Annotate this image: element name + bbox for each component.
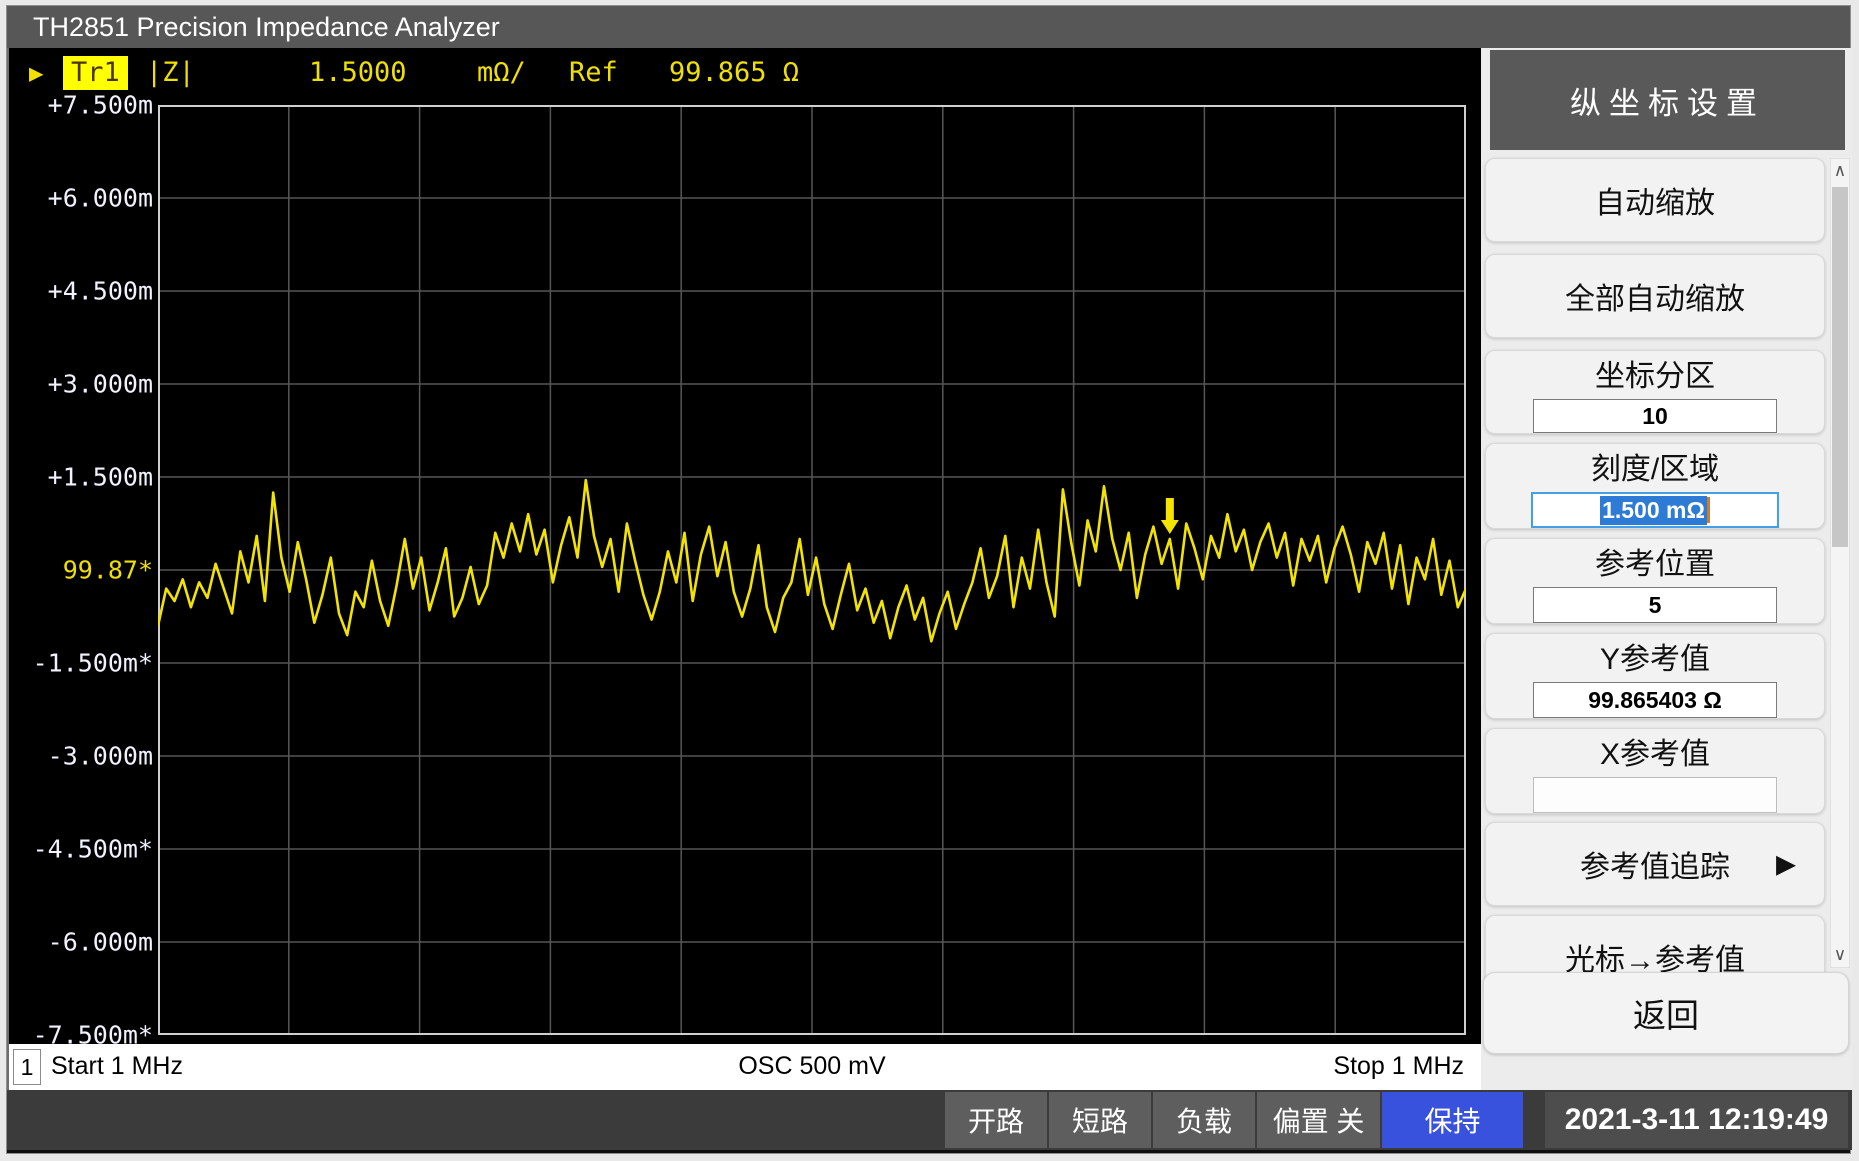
y-axis-label: +4.500m (13, 277, 153, 306)
bottom-toolbar: 开路短路负载偏置 关保持 2021-3-11 12:19:49 (7, 1090, 1852, 1150)
scroll-up-icon[interactable]: ∧ (1831, 159, 1849, 183)
toolbar-button-load[interactable]: 负载 (1153, 1092, 1255, 1148)
auto-scale-all-button[interactable]: 全部自动缩放 (1485, 254, 1825, 338)
sweep-status-bar: 1 Start 1 MHz OSC 500 mV Stop 1 MHz (9, 1044, 1481, 1090)
toolbar-button-open-circuit[interactable]: 开路 (945, 1092, 1047, 1148)
submenu-arrow-icon: ▶ (1776, 849, 1796, 880)
screen: { "window": { "title": "TH2851 Precision… (0, 0, 1859, 1161)
ref-tracking-button[interactable]: 参考值追踪 ▶ (1485, 822, 1825, 906)
trace-name-chip[interactable]: Tr1 (63, 56, 128, 90)
trace-ref-label: Ref (569, 56, 618, 90)
scrollbar-thumb[interactable] (1832, 187, 1848, 547)
sweep-stop: Stop 1 MHz (1333, 1052, 1464, 1081)
y-axis-label: -3.000m (13, 742, 153, 771)
y-axis-label: +3.000m (13, 370, 153, 399)
y-axis-label: -4.500m* (13, 835, 153, 864)
plot-panel: ▶ Tr1 |Z| 1.5000 mΩ/ Ref 99.865 Ω +7.500… (7, 48, 1481, 1090)
y-ref-input[interactable]: 99.865403 Ω (1533, 682, 1777, 718)
x-ref-input[interactable] (1533, 777, 1777, 813)
y-axis-label: +7.500m (13, 91, 153, 120)
trace-chart-svg (158, 105, 1466, 1035)
divisions-input[interactable]: 10 (1533, 399, 1777, 433)
trace-scale-value: 1.5000 (309, 56, 407, 90)
marker-arrow-icon[interactable] (1161, 498, 1179, 534)
toolbar-button-short-circuit[interactable]: 短路 (1049, 1092, 1151, 1148)
app-window: TH2851 Precision Impedance Analyzer ▶ Tr… (6, 5, 1851, 1154)
toolbar-button-bias[interactable]: 偏置 关 (1257, 1092, 1380, 1148)
sidebar-title: 纵坐标设置 (1490, 50, 1845, 150)
y-ref-group[interactable]: Y参考值 99.865403 Ω (1485, 633, 1825, 719)
selected-text: 1.500 mΩ (1600, 496, 1707, 525)
y-axis-label: +1.500m (13, 463, 153, 492)
ref-position-input[interactable]: 5 (1533, 587, 1777, 623)
auto-scale-button[interactable]: 自动缩放 (1485, 158, 1825, 242)
trace-param: |Z| (146, 56, 195, 90)
toolbar-button-hold[interactable]: 保持 (1382, 1092, 1523, 1148)
divisions-group[interactable]: 坐标分区 10 (1485, 350, 1825, 434)
y-axis-ref-label: 99.87* (13, 556, 153, 585)
y-axis-label: +6.000m (13, 184, 153, 213)
x-ref-group[interactable]: X参考值 (1485, 728, 1825, 814)
y-axis-label: -1.500m* (13, 649, 153, 678)
trace-scale-unit: mΩ/ (477, 56, 526, 90)
ref-position-group[interactable]: 参考位置 5 (1485, 538, 1825, 624)
osc-level: OSC 500 mV (158, 1052, 1466, 1081)
channel-indicator: 1 (13, 1049, 41, 1085)
trace-select-arrow-icon: ▶ (29, 56, 43, 90)
scroll-down-icon[interactable]: ∨ (1831, 943, 1849, 967)
scale-settings-sidebar: 纵坐标设置 自动缩放 全部自动缩放 坐标分区 10 刻度/区域 1.500 mΩ… (1481, 48, 1852, 1090)
y-axis-label: -6.000m (13, 928, 153, 957)
scale-per-div-input[interactable]: 1.500 mΩ (1531, 492, 1779, 528)
window-title: TH2851 Precision Impedance Analyzer (33, 12, 500, 42)
title-bar: TH2851 Precision Impedance Analyzer (7, 6, 1850, 48)
text-caret (1707, 497, 1710, 523)
trace-plot[interactable] (158, 105, 1466, 1035)
back-button[interactable]: 返回 (1483, 972, 1849, 1054)
sidebar-scrollbar[interactable]: ∧ ∨ (1830, 158, 1850, 968)
datetime-display: 2021-3-11 12:19:49 (1545, 1092, 1848, 1148)
scale-per-div-group[interactable]: 刻度/区域 1.500 mΩ (1485, 443, 1825, 529)
trace-ref-value: 99.865 Ω (669, 56, 799, 90)
